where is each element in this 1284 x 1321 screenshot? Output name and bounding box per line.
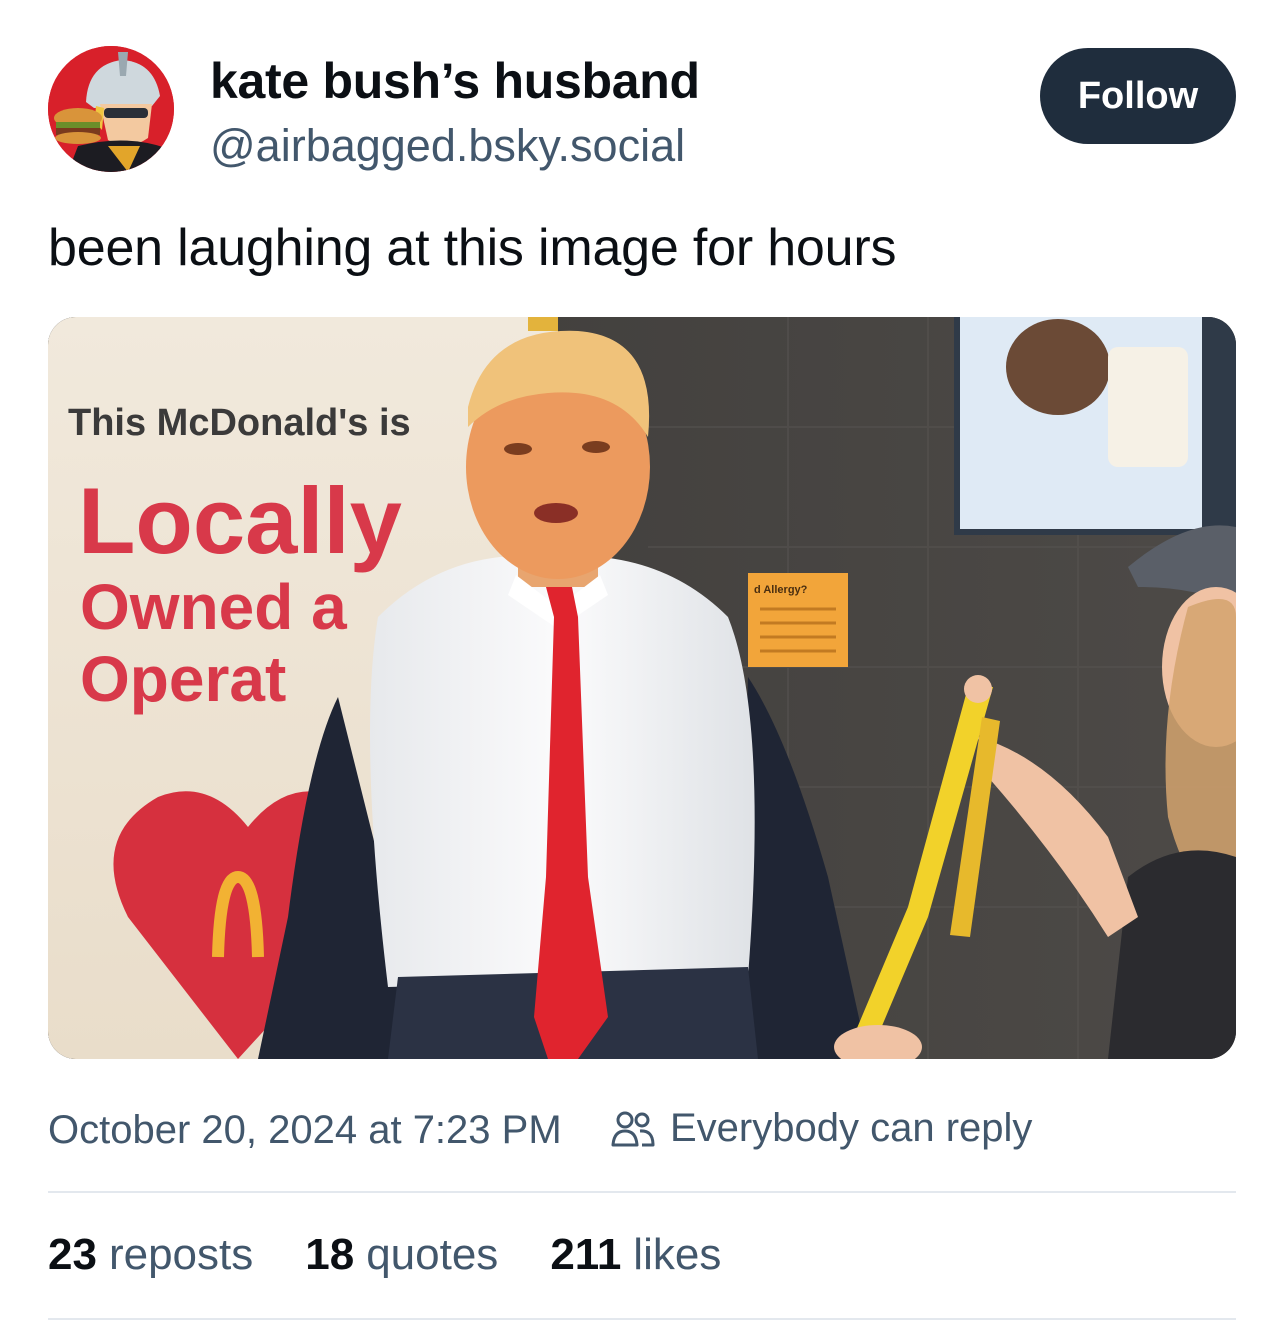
reposts-label: reposts: [108, 1230, 254, 1279]
avatar[interactable]: [48, 46, 174, 172]
post-text: been laughing at this image for hours: [48, 219, 897, 277]
likes-count: 211: [550, 1230, 622, 1279]
divider-top: [48, 1191, 1236, 1193]
user-avatar-icon: [48, 46, 174, 172]
quotes-stat[interactable]: 18 quotes: [305, 1230, 498, 1280]
post-photo: This McDonald's is Locally Owned a Opera…: [48, 317, 1236, 1059]
post-stats: 23 reposts 18 quotes 211 likes: [48, 1230, 721, 1280]
divider-bottom: [48, 1318, 1236, 1320]
notice-text: d Allergy?: [754, 584, 808, 596]
quotes-label: quotes: [366, 1230, 499, 1279]
author-display-name[interactable]: kate bush’s husband: [210, 52, 700, 110]
likes-stat[interactable]: 211 likes: [550, 1230, 721, 1280]
quotes-count: 18: [305, 1230, 355, 1279]
likes-label: likes: [633, 1230, 722, 1279]
people-icon: [611, 1111, 655, 1146]
follow-button[interactable]: Follow: [1040, 48, 1236, 144]
post-image[interactable]: This McDonald's is Locally Owned a Opera…: [48, 317, 1236, 1059]
sign-text-line4: Operat: [80, 643, 286, 715]
reply-setting[interactable]: Everybody can reply: [610, 1106, 1032, 1151]
sign-text-line1: This McDonald's is: [68, 402, 411, 444]
sign-text-line2: Locally: [78, 468, 402, 573]
author-handle[interactable]: @airbagged.bsky.social: [210, 120, 685, 172]
reposts-count: 23: [48, 1230, 97, 1279]
post-timestamp[interactable]: October 20, 2024 at 7:23 PM: [48, 1108, 562, 1153]
reply-setting-label: Everybody can reply: [670, 1106, 1033, 1150]
sign-text-line3: Owned a: [80, 571, 347, 643]
reposts-stat[interactable]: 23 reposts: [48, 1230, 253, 1280]
